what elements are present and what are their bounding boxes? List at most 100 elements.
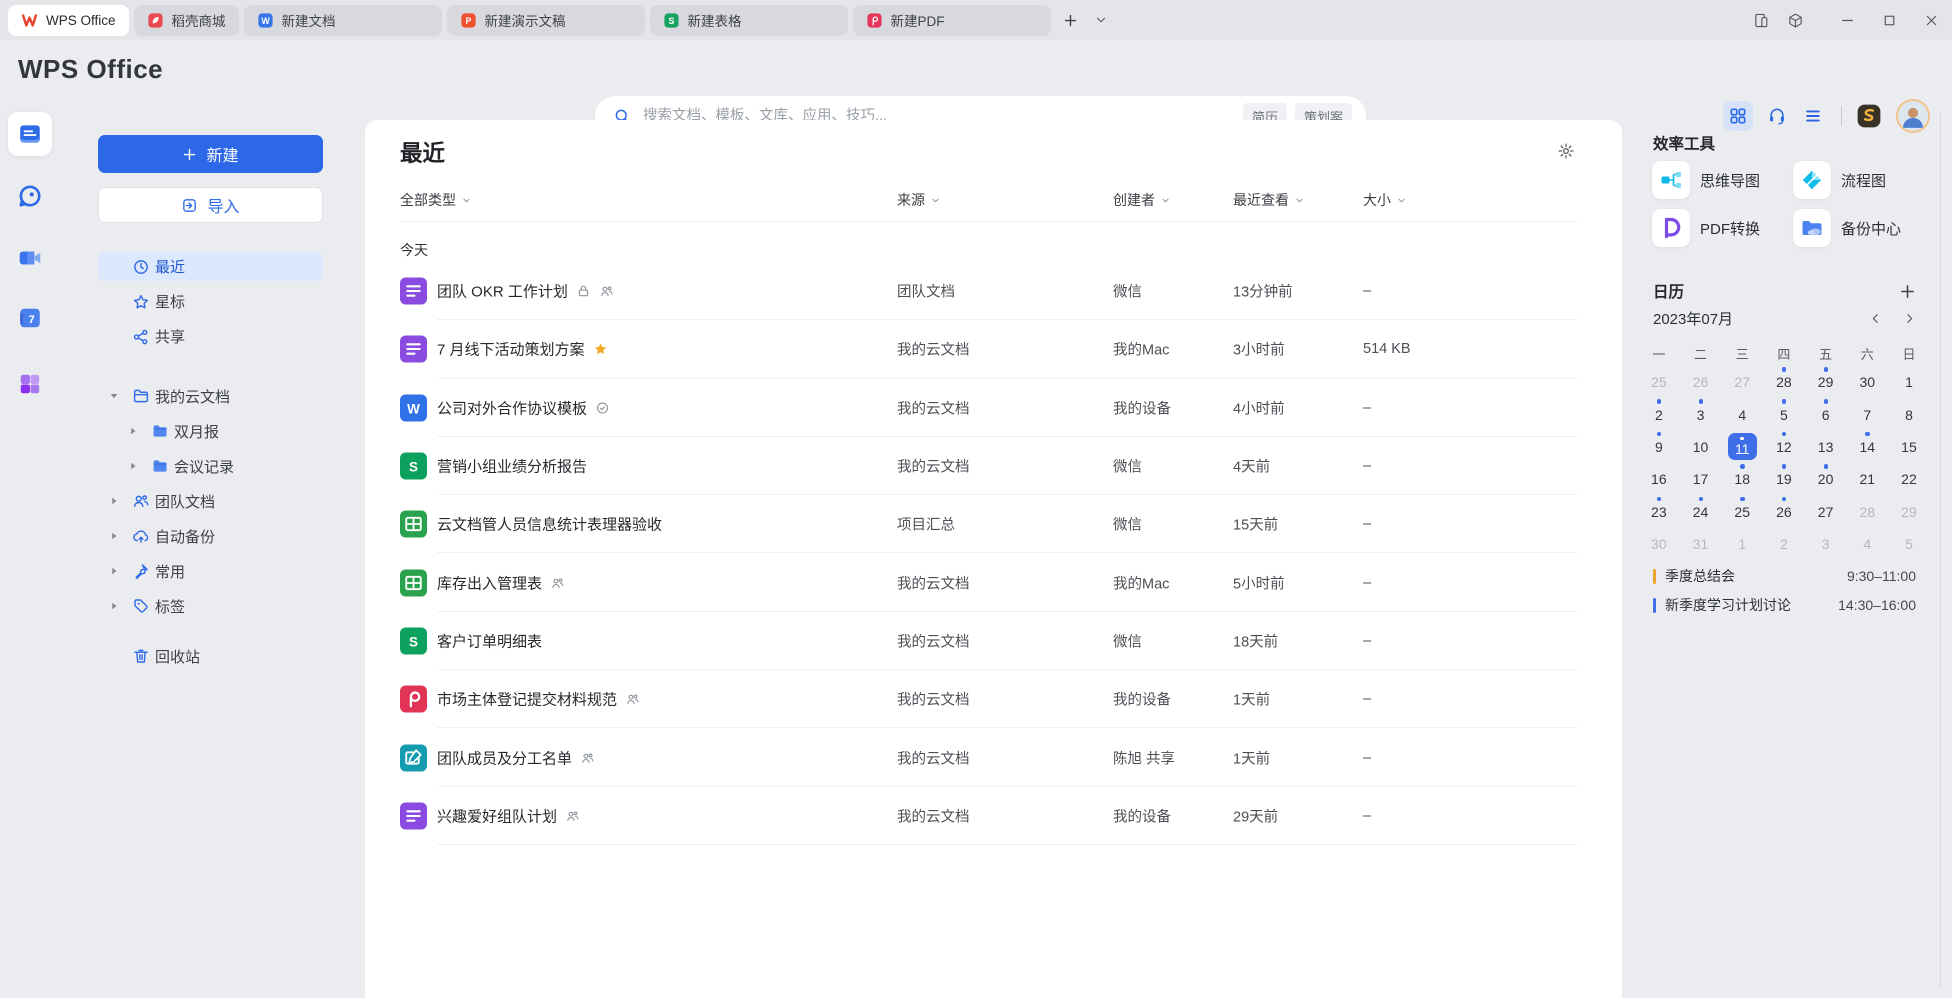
tree-team-docs[interactable]: 团队文档 xyxy=(98,487,323,515)
scrollbar[interactable] xyxy=(1940,112,1941,988)
file-title[interactable]: 云文档管人员信息统计表理器验收 xyxy=(437,514,662,535)
file-title[interactable]: 7 月线下活动策划方案 xyxy=(437,339,608,360)
tool-backup-center[interactable]: 备份中心 xyxy=(1793,204,1934,252)
calendar-date-cell[interactable]: 17 xyxy=(1680,463,1722,495)
new-tab-button[interactable] xyxy=(1056,5,1086,35)
file-row[interactable]: 库存出入管理表 我的云文档 我的Mac 5小时前 – xyxy=(365,553,1622,611)
calendar-date-cell[interactable]: 25 xyxy=(1638,366,1680,398)
caret-right-icon[interactable] xyxy=(108,495,120,507)
caret-right-icon[interactable] xyxy=(108,600,120,612)
tab-new-presentation[interactable]: P 新建演示文稿 xyxy=(447,5,645,36)
tool-pdf-convert[interactable]: PDF转换 xyxy=(1652,204,1793,252)
tree-frequent[interactable]: 常用 xyxy=(98,557,323,585)
caret-down-icon[interactable] xyxy=(108,390,120,402)
sidebar-item-nav-shared[interactable]: 共享 xyxy=(98,322,323,351)
calendar-date-cell[interactable]: 29 xyxy=(1888,496,1930,528)
tab-new-pdf[interactable]: 新建PDF xyxy=(853,5,1051,36)
maximize-button[interactable] xyxy=(1868,0,1910,40)
file-title[interactable]: 团队 OKR 工作计划 xyxy=(437,281,614,302)
calendar-date-cell[interactable]: 23 xyxy=(1638,496,1680,528)
filter-source[interactable]: 来源 xyxy=(897,190,940,210)
caret-right-icon[interactable] xyxy=(127,460,139,472)
file-title[interactable]: 客户订单明细表 xyxy=(437,630,542,651)
caret-right-icon[interactable] xyxy=(127,425,139,437)
filter-creator[interactable]: 创建者 xyxy=(1113,190,1170,210)
calendar-date-cell[interactable]: 21 xyxy=(1846,463,1888,495)
workspace-button[interactable] xyxy=(1778,0,1812,40)
support-button[interactable] xyxy=(1767,106,1787,126)
calendar-date-cell[interactable]: 10 xyxy=(1680,431,1722,463)
calendar-date-cell[interactable]: 28 xyxy=(1763,366,1805,398)
calendar-date-cell[interactable]: 7 xyxy=(1846,398,1888,430)
filter-type[interactable]: 全部类型 xyxy=(400,190,471,210)
tree-bimonthly-report[interactable]: 双月报 xyxy=(98,417,323,445)
add-event-button[interactable] xyxy=(1899,283,1916,300)
close-button[interactable] xyxy=(1910,0,1952,40)
file-row[interactable]: 市场主体登记提交材料规范 我的云文档 我的设备 1天前 – xyxy=(365,670,1622,728)
tool-mindmap[interactable]: 思维导图 xyxy=(1652,156,1793,204)
file-row[interactable]: 团队 OKR 工作计划 团队文档 微信 13分钟前 – xyxy=(365,262,1622,320)
rail-chat[interactable] xyxy=(8,174,52,218)
prev-month-button[interactable] xyxy=(1869,312,1882,325)
minimize-button[interactable] xyxy=(1826,0,1868,40)
user-avatar[interactable] xyxy=(1896,99,1930,133)
calendar-date-cell[interactable]: 4 xyxy=(1721,398,1763,430)
file-row[interactable]: 云文档管人员信息统计表理器验收 项目汇总 微信 15天前 – xyxy=(365,495,1622,553)
calendar-date-cell[interactable]: 28 xyxy=(1846,496,1888,528)
calendar-date-cell[interactable]: 31 xyxy=(1680,528,1722,560)
calendar-date-cell[interactable]: 18 xyxy=(1721,463,1763,495)
member-badge[interactable] xyxy=(1856,103,1882,129)
calendar-date-cell[interactable]: 29 xyxy=(1805,366,1847,398)
sidebar-item-trash[interactable]: 回收站 xyxy=(98,642,323,670)
calendar-date-cell[interactable]: 16 xyxy=(1638,463,1680,495)
calendar-date-cell[interactable]: 4 xyxy=(1846,528,1888,560)
file-row[interactable]: W 公司对外合作协议模板 我的云文档 我的设备 4小时前 – xyxy=(365,379,1622,437)
file-row[interactable]: S 客户订单明细表 我的云文档 微信 18天前 – xyxy=(365,612,1622,670)
calendar-date-cell[interactable]: 12 xyxy=(1763,431,1805,463)
calendar-date-cell[interactable]: 1 xyxy=(1721,528,1763,560)
caret-right-icon[interactable] xyxy=(108,530,120,542)
calendar-event[interactable]: 季度总结会 9:30–11:00 xyxy=(1653,564,1916,588)
next-month-button[interactable] xyxy=(1903,312,1916,325)
file-row[interactable]: S 营销小组业绩分析报告 我的云文档 微信 4天前 – xyxy=(365,437,1622,495)
file-title[interactable]: 兴趣爱好组队计划 xyxy=(437,805,580,826)
new-document-button[interactable]: 新建 xyxy=(98,135,323,173)
calendar-date-cell[interactable]: 27 xyxy=(1721,366,1763,398)
file-title[interactable]: 营销小组业绩分析报告 xyxy=(437,456,587,477)
calendar-date-cell[interactable]: 8 xyxy=(1888,398,1930,430)
calendar-date-cell[interactable]: 5 xyxy=(1888,528,1930,560)
device-view-button[interactable] xyxy=(1744,0,1778,40)
calendar-date-cell[interactable]: 2 xyxy=(1638,398,1680,430)
calendar-date-cell[interactable]: 24 xyxy=(1680,496,1722,528)
calendar-date-cell[interactable]: 26 xyxy=(1680,366,1722,398)
apps-grid-button[interactable] xyxy=(1723,101,1753,131)
calendar-date-cell[interactable]: 3 xyxy=(1680,398,1722,430)
rail-meeting[interactable] xyxy=(8,236,52,280)
tree-my-cloud-docs[interactable]: 我的云文档 xyxy=(98,382,323,410)
calendar-date-cell[interactable]: 14 xyxy=(1846,431,1888,463)
calendar-date-cell[interactable]: 1 xyxy=(1888,366,1930,398)
calendar-date-cell[interactable]: 27 xyxy=(1805,496,1847,528)
filter-viewed[interactable]: 最近查看 xyxy=(1233,190,1304,210)
tab-docer-store[interactable]: 稻壳商城 xyxy=(134,5,239,36)
calendar-date-cell[interactable]: 13 xyxy=(1805,431,1847,463)
sidebar-item-nav-recent[interactable]: 最近 xyxy=(98,252,323,281)
filter-size[interactable]: 大小 xyxy=(1363,190,1406,210)
calendar-date-cell[interactable]: 5 xyxy=(1763,398,1805,430)
caret-right-icon[interactable] xyxy=(108,565,120,577)
file-row[interactable]: 7 月线下活动策划方案 我的云文档 我的Mac 3小时前 514 KB xyxy=(365,320,1622,378)
menu-button[interactable] xyxy=(1803,106,1823,126)
tab-new-document[interactable]: W 新建文档 xyxy=(244,5,442,36)
calendar-date-cell[interactable]: 15 xyxy=(1888,431,1930,463)
file-row[interactable]: 团队成员及分工名单 我的云文档 陈旭 共享 1天前 – xyxy=(365,728,1622,786)
import-button[interactable]: 导入 xyxy=(98,187,323,223)
tab-list-dropdown[interactable] xyxy=(1086,5,1116,35)
rail-apps[interactable] xyxy=(8,362,52,406)
calendar-date-cell[interactable]: 20 xyxy=(1805,463,1847,495)
file-title[interactable]: 公司对外合作协议模板 xyxy=(437,397,610,418)
file-title[interactable]: 团队成员及分工名单 xyxy=(437,747,595,768)
sidebar-item-nav-starred[interactable]: 星标 xyxy=(98,287,323,316)
calendar-date-cell[interactable]: 25 xyxy=(1721,496,1763,528)
calendar-date-cell[interactable]: 19 xyxy=(1763,463,1805,495)
calendar-date-cell[interactable]: 9 xyxy=(1638,431,1680,463)
